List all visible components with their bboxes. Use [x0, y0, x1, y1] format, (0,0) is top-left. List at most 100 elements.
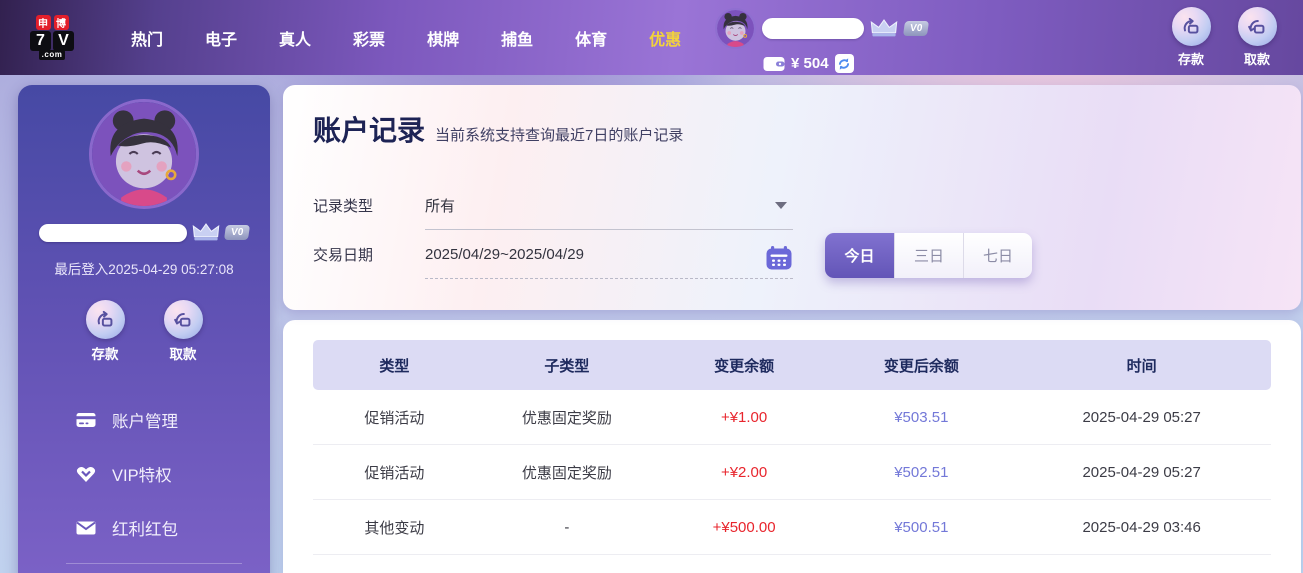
date-range-value: 2025/04/29~2025/04/29	[425, 246, 584, 263]
refresh-icon	[837, 57, 851, 71]
table-row: 促销活动 优惠固定奖励 +¥2.00 ¥502.51 2025-04-29 05…	[313, 445, 1271, 500]
vip-shield-icon	[76, 465, 96, 483]
logo-7v: 7 V	[30, 31, 74, 51]
date-range-input[interactable]: 2025/04/29~2025/04/29	[425, 230, 793, 279]
withdraw-icon	[1238, 7, 1277, 46]
deposit-icon	[1172, 7, 1211, 46]
sidebar-withdraw-label: 取款	[170, 343, 197, 363]
cell-subtype: 优惠固定奖励	[476, 407, 658, 428]
vip-level-badge: V0	[903, 21, 929, 36]
username-redacted	[762, 18, 864, 39]
logo-badge-bo: 博	[54, 15, 69, 30]
cell-time: 2025-04-29 05:27	[1012, 464, 1271, 481]
records-table-panel: 类型 子类型 变更余额 变更后余额 时间 促销活动 优惠固定奖励 +¥1.00 …	[283, 320, 1301, 573]
header-change: 变更余额	[658, 355, 830, 376]
filter-rows: 记录类型 所有 交易日期 2025/04/29~2025/04/29	[313, 181, 793, 279]
cell-change: +¥1.00	[658, 409, 830, 426]
avatar[interactable]	[715, 8, 756, 49]
bank-card-icon	[76, 411, 96, 429]
wallet-icon	[763, 55, 785, 73]
sidebar-deposit-icon	[86, 300, 125, 339]
topbar-actions: 存款 取款	[1165, 7, 1283, 68]
sidebar-item-bonus-redpacket[interactable]: 红利红包	[76, 501, 270, 555]
sidebar-avatar[interactable]	[89, 99, 199, 209]
record-type-row: 记录类型 所有	[313, 181, 793, 230]
cell-type: 其他变动	[313, 517, 476, 538]
chevron-down-icon	[775, 202, 787, 209]
deposit-button-top[interactable]: 存款	[1165, 7, 1217, 68]
last-login-text: 最后登入2025-04-29 05:27:08	[18, 258, 270, 278]
sidebar-item-label: VIP特权	[112, 462, 172, 486]
deposit-label: 存款	[1178, 49, 1204, 68]
nav-item-slots[interactable]: 电子	[184, 16, 258, 60]
record-type-select[interactable]: 所有	[425, 181, 793, 230]
sidebar-divider	[66, 563, 242, 564]
table-row: 其他变动 - +¥500.00 ¥500.51 2025-04-29 03:46	[313, 500, 1271, 555]
withdraw-label: 取款	[1244, 49, 1270, 68]
header-balance-after: 变更后余额	[830, 355, 1012, 376]
cell-balance-after: ¥502.51	[830, 464, 1012, 481]
date-range-label: 交易日期	[313, 244, 425, 265]
cell-subtype: -	[476, 519, 658, 536]
date-range-row: 交易日期 2025/04/29~2025/04/29	[313, 230, 793, 279]
balance-amount: ¥ 504	[791, 55, 829, 72]
cell-change: +¥2.00	[658, 464, 830, 481]
sidebar-item-label: 账户管理	[112, 408, 178, 432]
sidebar-withdraw-icon	[164, 300, 203, 339]
record-type-value: 所有	[425, 195, 455, 216]
calendar-icon	[765, 245, 793, 271]
table-header-row: 类型 子类型 变更余额 变更后余额 时间	[313, 340, 1271, 390]
sidebar-item-account-management[interactable]: 账户管理	[76, 393, 270, 447]
sidebar-username-redacted	[39, 224, 187, 242]
sidebar-item-vip-privileges[interactable]: VIP特权	[76, 447, 270, 501]
account-records-panel: 账户记录 当前系统支持查询最近7日的账户记录 记录类型 所有 交易日期 2025…	[283, 85, 1301, 310]
avatar-image	[717, 10, 754, 47]
top-navbar: 申 博 7 V .com 热门 电子 真人 彩票 棋牌 捕鱼 体育 优惠	[0, 0, 1303, 75]
logo-char-7: 7	[30, 31, 51, 51]
sidebar-withdraw-button[interactable]: 取款	[157, 300, 209, 363]
withdraw-button-top[interactable]: 取款	[1231, 7, 1283, 68]
nav-item-live[interactable]: 真人	[258, 16, 332, 60]
cell-time: 2025-04-29 03:46	[1012, 519, 1271, 536]
site-logo[interactable]: 申 博 7 V .com	[20, 15, 84, 60]
page-title: 账户记录	[313, 109, 425, 149]
range-button-3days[interactable]: 三日	[894, 233, 963, 278]
sidebar: V0 最后登入2025-04-29 05:27:08 存款	[18, 85, 270, 573]
cell-subtype: 优惠固定奖励	[476, 462, 658, 483]
record-type-label: 记录类型	[313, 195, 425, 216]
logo-badges: 申 博	[36, 15, 69, 30]
records-table: 类型 子类型 变更余额 变更后余额 时间 促销活动 优惠固定奖励 +¥1.00 …	[313, 340, 1271, 555]
refresh-balance-button[interactable]	[835, 54, 854, 73]
cell-time: 2025-04-29 05:27	[1012, 409, 1271, 426]
nav-item-board-games[interactable]: 棋牌	[406, 16, 480, 60]
envelope-icon	[76, 519, 96, 537]
page-subtitle: 当前系统支持查询最近7日的账户记录	[435, 124, 683, 145]
cell-balance-after: ¥503.51	[830, 409, 1012, 426]
sidebar-deposit-label: 存款	[92, 343, 119, 363]
sidebar-item-label: 红利红包	[112, 516, 178, 540]
nav-item-sports[interactable]: 体育	[554, 16, 628, 60]
range-button-7days[interactable]: 七日	[963, 233, 1032, 278]
header-type: 类型	[313, 355, 476, 376]
sidebar-crown-icon	[192, 223, 220, 242]
calendar-button[interactable]	[765, 245, 793, 271]
sidebar-menu: 账户管理 VIP特权 红利红包	[18, 393, 270, 573]
user-cluster: V0 ¥ 504	[715, 8, 955, 73]
nav-item-lottery[interactable]: 彩票	[332, 16, 406, 60]
main-content: 账户记录 当前系统支持查询最近7日的账户记录 记录类型 所有 交易日期 2025…	[283, 85, 1301, 573]
logo-com-suffix: .com	[39, 50, 66, 60]
cell-balance-after: ¥500.51	[830, 519, 1012, 536]
nav-item-hot[interactable]: 热门	[110, 16, 184, 60]
cell-type: 促销活动	[313, 462, 476, 483]
range-button-today[interactable]: 今日	[825, 233, 894, 278]
cell-change: +¥500.00	[658, 519, 830, 536]
crown-icon	[870, 19, 898, 38]
sidebar-vip-badge: V0	[224, 225, 250, 240]
header-subtype: 子类型	[476, 355, 658, 376]
table-row: 促销活动 优惠固定奖励 +¥1.00 ¥503.51 2025-04-29 05…	[313, 390, 1271, 445]
nav-item-promotions[interactable]: 优惠	[628, 16, 702, 60]
main-nav: 热门 电子 真人 彩票 棋牌 捕鱼 体育 优惠	[110, 16, 702, 60]
nav-item-fishing[interactable]: 捕鱼	[480, 16, 554, 60]
sidebar-deposit-button[interactable]: 存款	[79, 300, 131, 363]
header-time: 时间	[1012, 355, 1271, 376]
